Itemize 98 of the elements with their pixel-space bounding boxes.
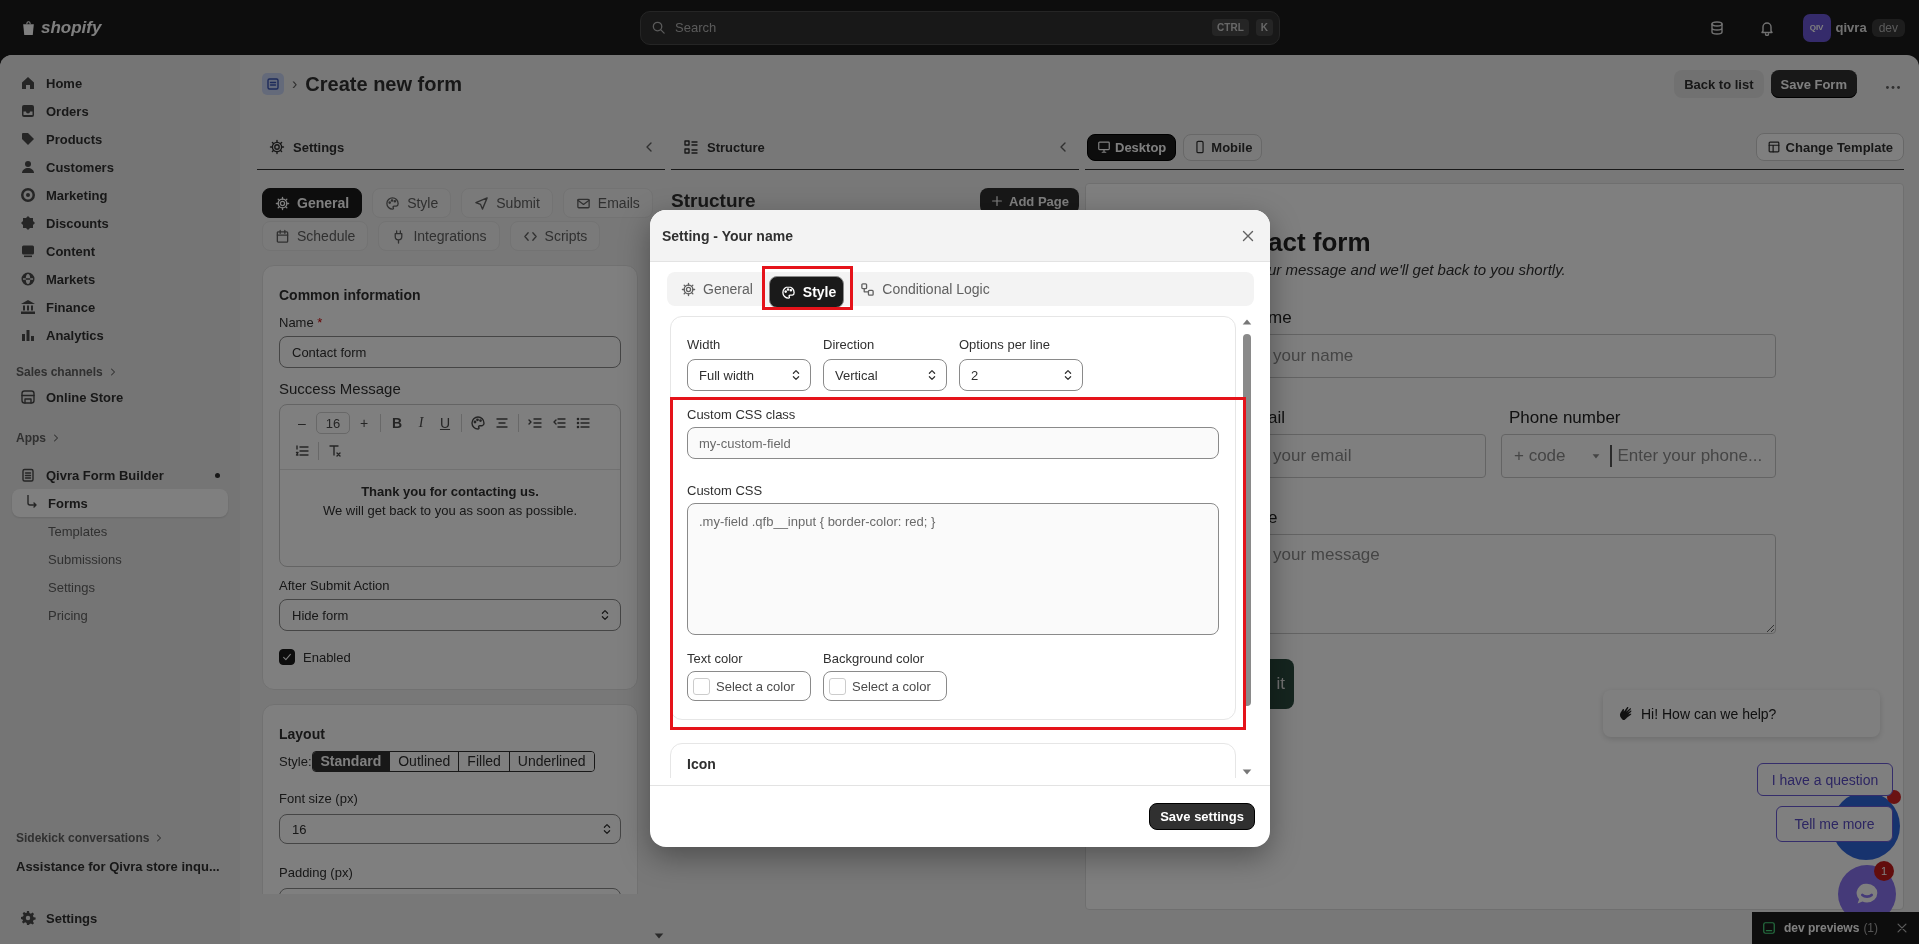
field-label: After Submit Action xyxy=(279,577,391,595)
direction-select[interactable]: Vertical xyxy=(823,359,947,391)
field-label: Style: xyxy=(279,754,312,769)
account-menu[interactable]: QIV qivra dev xyxy=(1802,13,1905,42)
field-label: Custom CSS class xyxy=(687,407,797,423)
increase-button[interactable]: + xyxy=(352,411,376,435)
modal-tab[interactable]: Style xyxy=(768,276,845,308)
font-size-input[interactable]: 16 xyxy=(279,814,621,844)
field-label: Success Message xyxy=(279,380,402,398)
settings-tab[interactable]: Integrations xyxy=(378,221,500,251)
section-heading: Structure xyxy=(671,190,756,212)
modal-tab[interactable]: Conditional Logic xyxy=(850,275,1000,303)
nav-item[interactable]: Settings xyxy=(12,904,228,932)
field-label: Width xyxy=(687,337,722,353)
settings-tab[interactable]: Style xyxy=(372,188,452,218)
nav-item[interactable]: Pricing xyxy=(12,601,228,629)
search-input[interactable]: Search xyxy=(673,19,1206,36)
settings-tab[interactable]: General xyxy=(262,188,363,218)
font-size-input[interactable]: 16 xyxy=(316,412,350,434)
field-label: Custom CSS xyxy=(687,483,764,499)
avatar: QIV xyxy=(1802,13,1831,42)
field-label: Name * xyxy=(279,314,324,332)
after-submit-select[interactable]: Hide form xyxy=(279,599,621,631)
store-badge: dev xyxy=(1871,18,1905,37)
section-heading[interactable]: Sidekick conversations xyxy=(12,827,228,849)
nav-item[interactable]: Customers xyxy=(12,153,228,181)
width-select[interactable]: Full width xyxy=(687,359,811,391)
nav-item[interactable]: Finance xyxy=(12,293,228,321)
name-input[interactable]: Contact form xyxy=(279,336,621,368)
key-hint: K xyxy=(1255,19,1273,36)
device-toggle[interactable]: Desktop xyxy=(1087,133,1177,161)
back-button[interactable]: Back to list xyxy=(1674,70,1764,98)
settings-tab[interactable]: Schedule xyxy=(262,221,369,251)
nav-item[interactable]: Qivra Form Builder xyxy=(12,461,228,489)
success-message: Thank you for contacting us. We will get back to you as soon as possible. xyxy=(321,483,579,520)
section-heading[interactable]: Apps xyxy=(12,427,228,449)
field-label: Font size (px) xyxy=(279,790,359,808)
field-label: Text color xyxy=(687,651,744,667)
css-class-input[interactable]: my-custom-field xyxy=(687,427,1220,459)
format-button[interactable]: U xyxy=(433,411,457,435)
nav-item[interactable]: Home xyxy=(12,69,228,97)
dev-previews-label[interactable]: dev previews xyxy=(1784,921,1860,935)
field-label: Background color xyxy=(823,651,926,667)
settings-tab[interactable]: Scripts xyxy=(509,221,601,251)
panel-title: Settings xyxy=(293,139,345,155)
quick-reply-button[interactable]: Tell me more xyxy=(1776,806,1893,842)
save-settings-button[interactable]: Save settings xyxy=(1149,803,1255,830)
nav-item[interactable]: Templates xyxy=(12,517,228,545)
section-heading: Common information xyxy=(279,286,422,304)
modal-tab[interactable]: General xyxy=(671,275,763,303)
modal-title: Setting - Your name xyxy=(662,227,793,244)
conversation-link[interactable]: Assistance for Qivra store inqu... xyxy=(12,852,228,880)
field-label: Direction xyxy=(823,337,876,353)
search-field[interactable]: Search CTRL K xyxy=(640,10,1280,45)
style-option[interactable]: Standard xyxy=(312,752,390,771)
phone-field[interactable]: + code Enter your phone... xyxy=(1501,434,1776,478)
nav-item[interactable]: Online Store xyxy=(12,383,228,411)
quick-reply-button[interactable]: I have a question xyxy=(1757,763,1893,796)
logo-text: shopify xyxy=(41,17,102,38)
device-toggle[interactable]: Mobile xyxy=(1183,133,1263,161)
account-name: qivra xyxy=(1835,20,1867,35)
color-picker-field[interactable]: Select a color xyxy=(687,671,811,701)
format-button[interactable]: B xyxy=(385,411,409,435)
form-title: act form xyxy=(1267,226,1372,258)
style-option[interactable]: Underlined xyxy=(508,752,594,771)
settings-tab[interactable]: Emails xyxy=(562,188,653,218)
preview-count: (1) xyxy=(1863,921,1879,935)
section-heading[interactable]: Sales channels xyxy=(12,361,228,383)
nav-item[interactable]: Orders xyxy=(12,97,228,125)
settings-tab[interactable]: Submit xyxy=(461,188,553,218)
nav-item[interactable]: Content xyxy=(12,237,228,265)
field-label: Padding (px) xyxy=(279,864,354,882)
checkbox-label: Enabled xyxy=(303,649,351,665)
field-label: Phone number xyxy=(1508,408,1622,428)
key-hint: CTRL xyxy=(1212,19,1249,36)
save-button[interactable]: Save Form xyxy=(1770,70,1857,98)
color-picker-field[interactable]: Select a color xyxy=(823,671,947,701)
nav-item[interactable]: Forms xyxy=(12,489,228,517)
nav-item[interactable]: Analytics xyxy=(12,321,228,349)
nav-item[interactable]: Markets xyxy=(12,265,228,293)
change-template-button[interactable]: Change Template xyxy=(1755,133,1904,161)
page-title: Create new form xyxy=(305,72,463,96)
nav-item[interactable]: Settings xyxy=(12,573,228,601)
section-heading: Icon xyxy=(687,756,716,772)
field-label: Options per line xyxy=(959,337,1052,353)
format-button[interactable]: I xyxy=(409,411,433,435)
options-select[interactable]: 2 xyxy=(959,359,1083,391)
custom-css-textarea[interactable]: .my-field .qfb__input { border-color: red; } xyxy=(687,503,1220,635)
chat-greeting: Hi! How can we help? xyxy=(1641,705,1777,722)
nav-item[interactable]: Submissions xyxy=(12,545,228,573)
nav-item[interactable]: Discounts xyxy=(12,209,228,237)
panel-title: Structure xyxy=(707,139,765,155)
breadcrumb-separator: › xyxy=(292,75,298,93)
nav-item[interactable]: Products xyxy=(12,125,228,153)
nav-item[interactable]: Marketing xyxy=(12,181,228,209)
decrease-button[interactable]: – xyxy=(290,411,314,435)
section-heading: Layout xyxy=(279,725,326,743)
rich-text-editor[interactable]: – 16 + B I U Thank you for contacting us. We will get back to you as soon as possible. xyxy=(279,404,621,567)
